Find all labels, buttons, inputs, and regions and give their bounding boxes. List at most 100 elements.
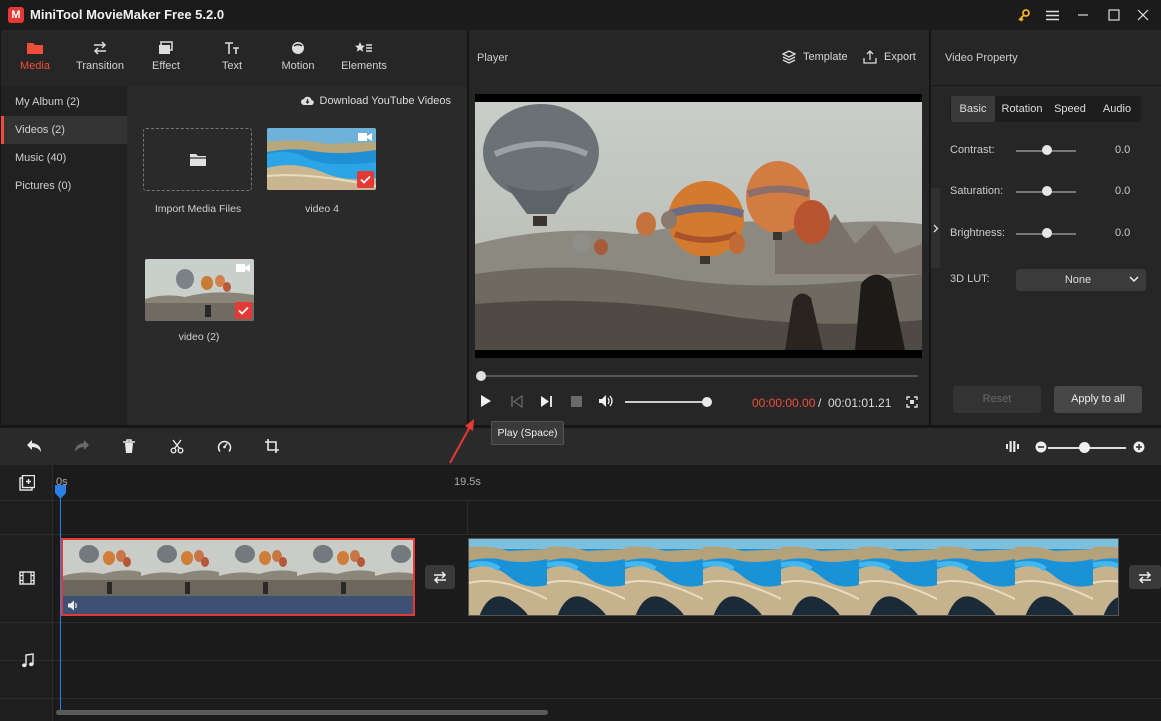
zoom-handle[interactable] (1079, 442, 1090, 453)
divider (931, 85, 1161, 86)
timeline-scrollbar[interactable] (56, 710, 548, 715)
clip-filmstrip (469, 539, 1119, 615)
sidebar-item-videos[interactable]: Videos (2) (1, 116, 127, 144)
tab-transition[interactable]: Transition (70, 38, 130, 80)
apply-to-all-button[interactable]: Apply to all (1054, 386, 1142, 413)
tab-motion[interactable]: Motion (268, 38, 328, 80)
redo-icon[interactable] (74, 439, 90, 453)
media-item-video-4[interactable] (267, 128, 376, 190)
track-divider (0, 534, 1161, 535)
zoom-in-icon[interactable] (1133, 441, 1145, 453)
play-icon[interactable] (479, 394, 492, 408)
import-media-button[interactable] (143, 128, 252, 191)
volume-icon[interactable] (598, 394, 614, 408)
chevron-down-icon (1129, 275, 1139, 283)
key-icon[interactable] (1012, 4, 1036, 26)
tab-effect[interactable]: Effect (136, 38, 196, 80)
video-clip-selected[interactable] (61, 538, 415, 616)
panel-collapse-handle[interactable] (931, 188, 940, 268)
previous-frame-icon[interactable] (511, 395, 523, 408)
media-tab-bar: Media Transition Effect Text Motion Elem… (1, 30, 467, 86)
import-media-label: Import Media Files (154, 203, 242, 215)
tab-speed[interactable]: Speed (1048, 96, 1092, 122)
menu-icon[interactable] (1040, 4, 1064, 26)
fullscreen-icon[interactable] (906, 396, 918, 408)
tab-audio[interactable]: Audio (1095, 96, 1139, 122)
audio-waveform-icon[interactable] (1006, 440, 1019, 453)
undo-icon[interactable] (26, 439, 42, 453)
track-divider (0, 660, 1161, 661)
play-tooltip: Play (Space) (491, 421, 564, 445)
swap-arrows-icon (1137, 570, 1153, 584)
split-scissors-icon[interactable] (170, 439, 184, 454)
text-t-icon (202, 38, 262, 58)
export-button[interactable]: Export (863, 50, 916, 64)
swap-arrows-icon (70, 38, 130, 58)
lut-select[interactable]: None (1016, 269, 1146, 291)
export-icon (863, 50, 877, 64)
media-library: Download YouTube Videos Import Media Fil… (127, 86, 467, 425)
delete-icon[interactable] (122, 439, 136, 454)
video-camera-icon (358, 132, 372, 142)
playhead-handle[interactable] (55, 485, 66, 499)
tab-rotation[interactable]: Rotation (998, 96, 1046, 122)
track-divider (0, 622, 1161, 623)
video-property-panel: Video Property Basic Rotation Speed Audi… (931, 30, 1161, 425)
maximize-icon[interactable] (1102, 4, 1126, 26)
clip-filmstrip (63, 540, 413, 596)
current-time: 00:00:00.00 (752, 396, 816, 410)
timeline-toolbar (0, 428, 1161, 465)
close-icon[interactable] (1131, 4, 1155, 26)
minimize-icon[interactable] (1071, 4, 1095, 26)
template-button[interactable]: Template (782, 50, 848, 64)
time-separator: / (818, 396, 822, 410)
seek-bar[interactable] (478, 375, 918, 377)
saturation-handle[interactable] (1042, 186, 1052, 196)
reset-button[interactable]: Reset (953, 386, 1041, 413)
download-cloud-icon (300, 96, 314, 106)
speed-gauge-icon[interactable] (217, 439, 232, 454)
tab-elements[interactable]: Elements (334, 38, 394, 80)
zoom-out-icon[interactable] (1035, 441, 1047, 453)
video-camera-icon (236, 263, 250, 273)
selected-check-icon[interactable] (357, 171, 374, 188)
transition-slot-button[interactable] (1129, 565, 1161, 589)
playhead-line[interactable] (60, 488, 61, 713)
video-preview[interactable] (475, 94, 922, 358)
video-clip[interactable] (468, 538, 1119, 616)
sidebar-item-music[interactable]: Music (40) (1, 144, 127, 172)
lut-value: None (1064, 274, 1092, 286)
contrast-handle[interactable] (1042, 145, 1052, 155)
next-frame-icon[interactable] (540, 395, 552, 408)
track-divider (0, 500, 1161, 501)
media-panel: Media Transition Effect Text Motion Elem… (1, 30, 467, 425)
sidebar-item-pictures[interactable]: Pictures (0) (1, 172, 127, 200)
folder-icon (5, 38, 65, 58)
brightness-handle[interactable] (1042, 228, 1052, 238)
video-track-icon (19, 571, 35, 585)
track-divider (0, 698, 1161, 699)
crop-icon[interactable] (265, 439, 279, 453)
tab-text[interactable]: Text (202, 38, 262, 80)
volume-handle[interactable] (702, 397, 712, 407)
seek-handle[interactable] (476, 371, 486, 381)
property-tabs: Basic Rotation Speed Audio (950, 96, 1141, 122)
lut-label: 3D LUT: (950, 273, 990, 285)
contrast-value: 0.0 (1115, 144, 1131, 156)
tab-basic[interactable]: Basic (951, 96, 995, 122)
download-youtube-link[interactable]: Download YouTube Videos (300, 95, 451, 107)
layers-icon (136, 38, 196, 58)
layers-icon (782, 50, 796, 64)
sidebar-item-my-album[interactable]: My Album (2) (1, 88, 127, 116)
selected-check-icon[interactable] (235, 302, 252, 319)
media-item-video-2[interactable] (145, 259, 254, 321)
volume-slider[interactable] (625, 401, 707, 403)
tab-media[interactable]: Media (5, 38, 65, 80)
clip-volume-icon[interactable] (67, 600, 79, 611)
total-time: 00:01:01.21 (828, 396, 892, 410)
stop-icon[interactable] (571, 396, 582, 407)
add-track-icon[interactable] (19, 475, 35, 491)
music-track-icon (21, 653, 34, 668)
transition-slot-button[interactable] (425, 565, 455, 589)
track-header-column (0, 465, 53, 721)
